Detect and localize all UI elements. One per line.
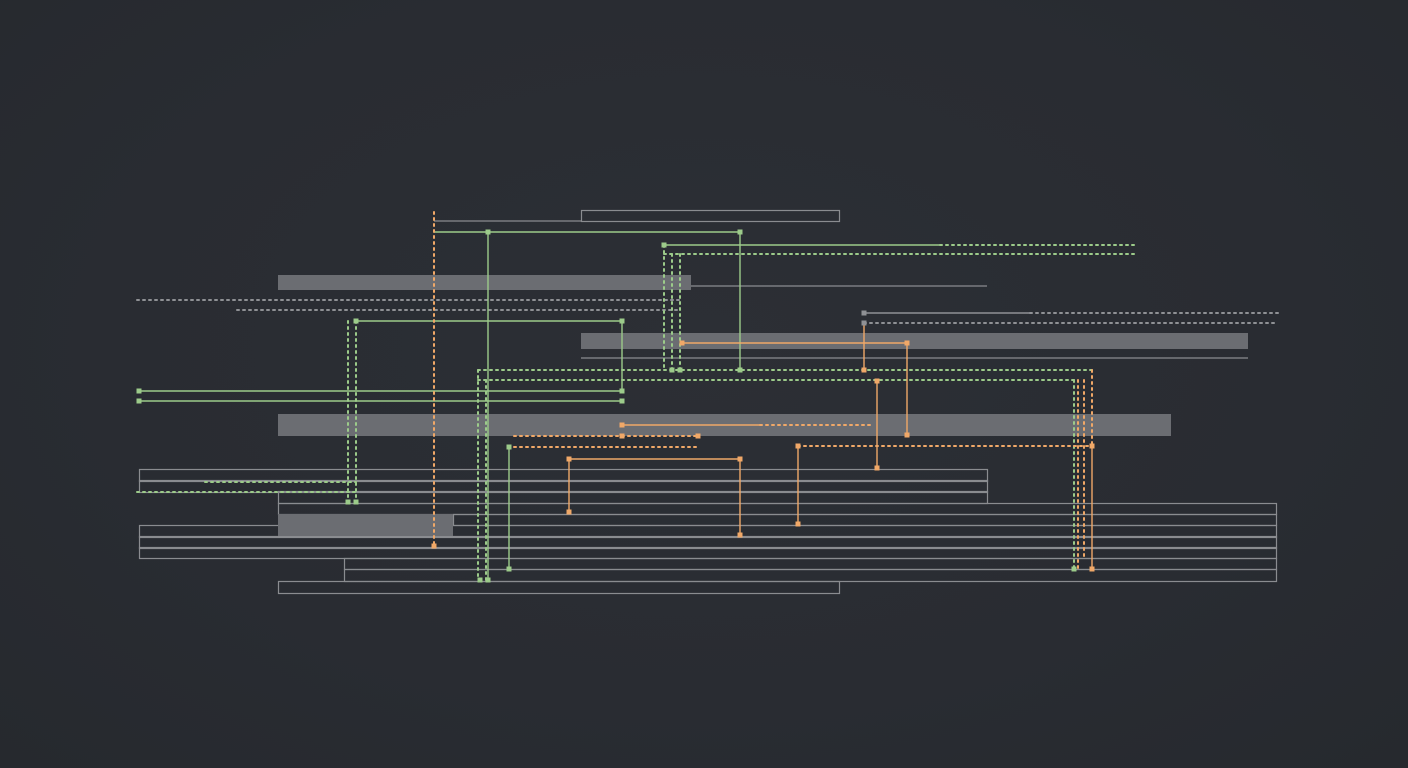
link-endpoint-marker: [566, 509, 572, 515]
track-bar: [138, 535, 1278, 550]
track-bar: [452, 513, 1278, 527]
link-endpoint-marker: [506, 566, 512, 572]
link-endpoint-marker: [695, 433, 701, 439]
track-bar: [580, 209, 841, 223]
track-bar: [138, 468, 989, 483]
link-endpoint-marker: [619, 398, 625, 404]
link-endpoint-marker: [619, 318, 625, 324]
link-endpoint-marker: [485, 577, 491, 583]
link-endpoint-marker: [904, 432, 910, 438]
link-endpoint-marker: [737, 367, 743, 373]
link-endpoint-marker: [566, 456, 572, 462]
link-endpoint-marker: [795, 443, 801, 449]
track-bar: [277, 580, 841, 595]
link-endpoint-marker: [669, 367, 675, 373]
link-endpoint-marker: [795, 521, 801, 527]
link-endpoint-marker: [506, 444, 512, 450]
track-bar: [343, 568, 1278, 583]
link-endpoint-marker: [861, 320, 867, 326]
link-endpoint-marker: [737, 229, 743, 235]
link-endpoint-marker: [874, 378, 880, 384]
link-endpoint-marker: [431, 543, 437, 549]
trace-diagram: [136, 209, 1279, 595]
link-endpoint-marker: [677, 367, 683, 373]
link-endpoint-marker: [1071, 566, 1077, 572]
link-endpoint-marker: [904, 340, 910, 346]
track-bar: [277, 502, 1278, 516]
link-endpoint-marker: [1089, 443, 1095, 449]
link-endpoint-marker: [353, 318, 359, 324]
track-bar-filled: [278, 275, 691, 290]
link-endpoint-marker: [136, 398, 142, 404]
link-endpoint-marker: [619, 422, 625, 428]
link-endpoint-marker: [661, 242, 667, 248]
link-endpoint-marker: [485, 229, 491, 235]
link-endpoint-marker: [477, 577, 483, 583]
link-endpoint-marker: [874, 465, 880, 471]
link-endpoint-marker: [861, 367, 867, 373]
track-bar-filled: [278, 514, 453, 536]
link-endpoint-marker: [737, 456, 743, 462]
link-endpoint-marker: [737, 532, 743, 538]
track-bar: [138, 546, 1278, 560]
track-bar: [343, 557, 1278, 571]
link-endpoint-marker: [619, 388, 625, 394]
link-endpoint-marker: [619, 433, 625, 439]
link-endpoint-marker: [345, 499, 351, 505]
link-endpoint-marker: [136, 388, 142, 394]
track-bar: [277, 490, 989, 505]
link-endpoint-marker: [861, 310, 867, 316]
link-endpoint-marker: [353, 499, 359, 505]
link-endpoint-marker: [1089, 566, 1095, 572]
link-endpoint-marker: [679, 340, 685, 346]
diagram-canvas: [0, 0, 1408, 768]
